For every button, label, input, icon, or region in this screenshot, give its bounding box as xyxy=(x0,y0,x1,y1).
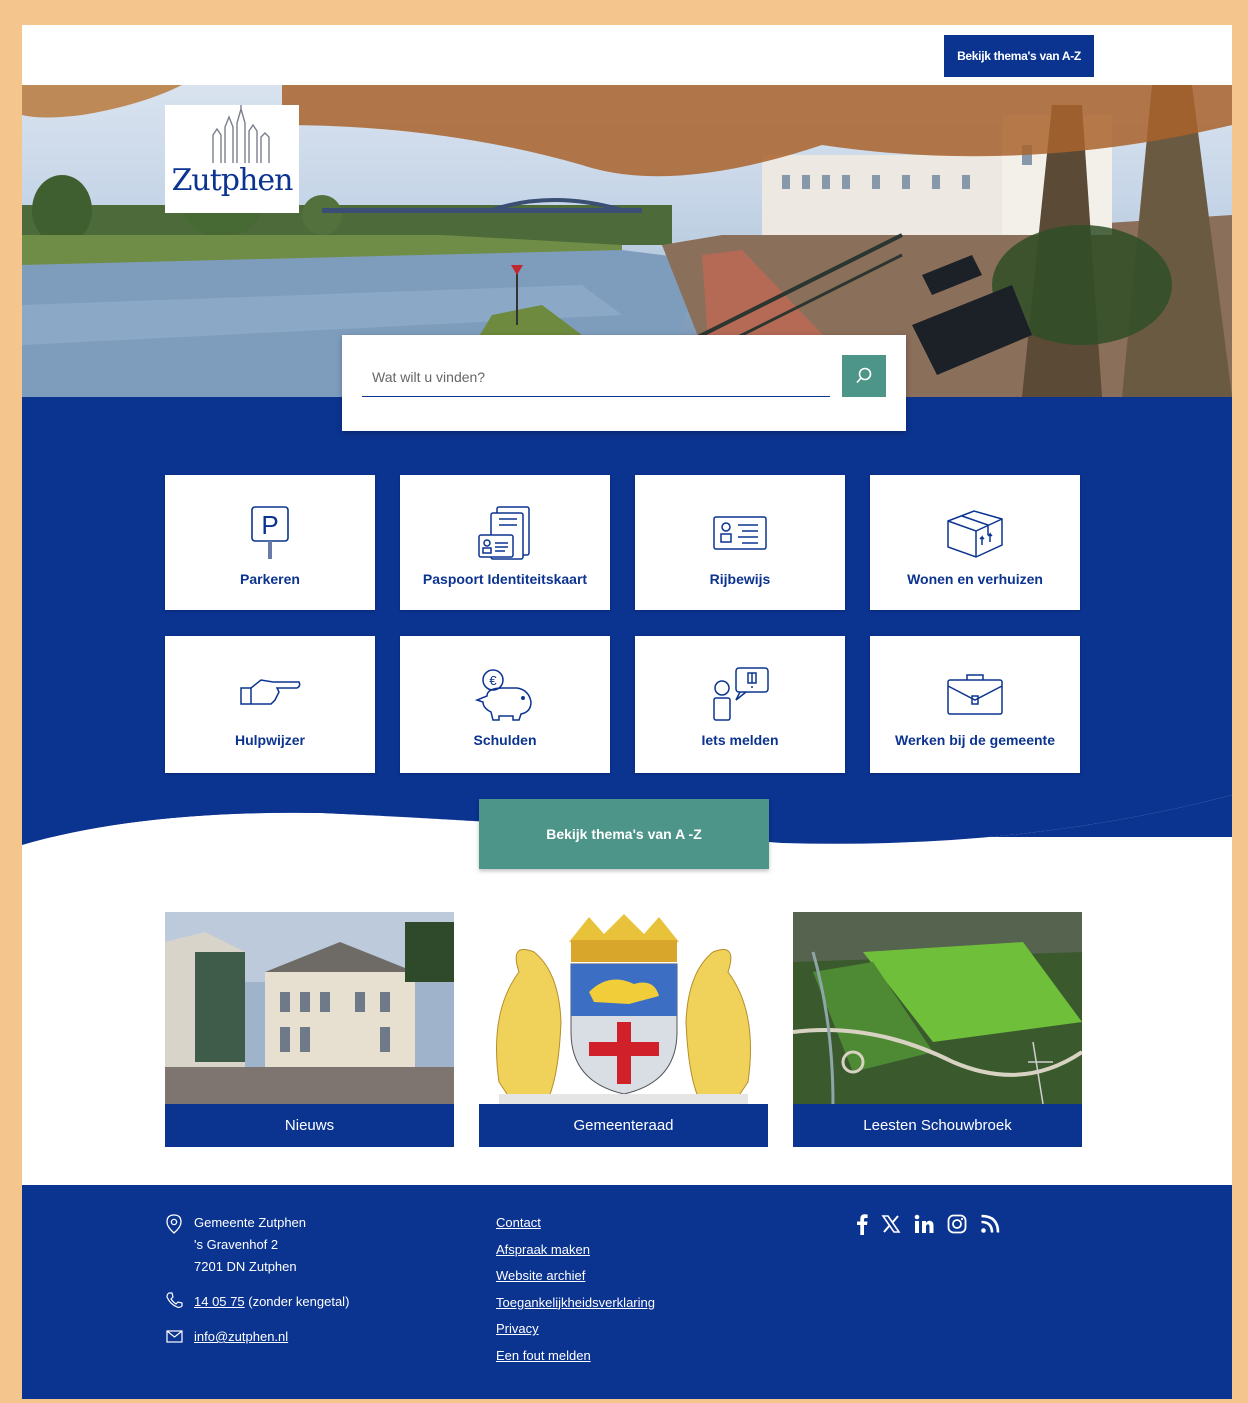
card-caption: Leesten Schouwbroek xyxy=(793,1104,1082,1147)
logo-wordmark: Zutphen xyxy=(171,163,294,198)
themes-az-button[interactable]: Bekijk thema's van A-Z xyxy=(944,35,1094,77)
skyline-logo-icon xyxy=(212,105,270,163)
tile-wonen[interactable]: Wonen en verhuizen xyxy=(870,475,1080,610)
tile-parkeren[interactable]: P Parkeren xyxy=(165,475,375,610)
report-speech-icon xyxy=(713,667,769,721)
tile-label: Werken bij de gemeente xyxy=(894,732,1055,748)
search-icon xyxy=(856,367,872,384)
instagram-icon[interactable] xyxy=(947,1214,967,1234)
email-link[interactable]: info@zutphen.nl xyxy=(194,1329,288,1344)
card-nieuws[interactable]: Nieuws xyxy=(165,912,454,1147)
footer: Gemeente Zutphen 's Gravenhof 2 7201 DN … xyxy=(22,1185,1232,1399)
footer-link-afspraak[interactable]: Afspraak maken xyxy=(496,1237,655,1264)
tile-label: Schulden xyxy=(473,732,537,748)
search-input[interactable] xyxy=(362,357,830,397)
phone-icon xyxy=(166,1292,183,1308)
footer-link-contact[interactable]: Contact xyxy=(496,1210,655,1237)
footer-links: Contact Afspraak maken Website archief T… xyxy=(496,1210,655,1369)
footer-link-fout-melden[interactable]: Een fout melden xyxy=(496,1343,655,1370)
tile-paspoort[interactable]: Paspoort Identiteitskaart xyxy=(400,475,610,610)
card-leesten-schouwbroek[interactable]: Leesten Schouwbroek xyxy=(793,912,1082,1147)
card-caption: Gemeenteraad xyxy=(479,1104,768,1147)
zutphen-logo[interactable]: Zutphen xyxy=(165,105,299,213)
tile-label: Paspoort Identiteitskaart xyxy=(422,571,588,587)
card-gemeenteraad[interactable]: Gemeenteraad xyxy=(479,912,768,1147)
address-street: 's Gravenhof 2 xyxy=(194,1237,279,1252)
footer-link-privacy[interactable]: Privacy xyxy=(496,1316,655,1343)
search-box xyxy=(342,335,906,431)
footer-link-toegankelijkheid[interactable]: Toegankelijkheidsverklaring xyxy=(496,1290,655,1317)
page-frame: Bekijk thema's van A-Z Zutphen Wat wilt … xyxy=(22,25,1232,1399)
tile-label: Rijbewijs xyxy=(709,571,771,587)
address-city: 7201 DN Zutphen xyxy=(194,1259,297,1274)
footer-address: Gemeente Zutphen 's Gravenhof 2 7201 DN … xyxy=(194,1212,306,1278)
footer-phone: 14 05 75 (zonder kengetal) xyxy=(194,1291,349,1313)
rss-icon[interactable] xyxy=(980,1214,1000,1234)
linkedin-icon[interactable] xyxy=(914,1214,934,1234)
tile-iets-melden[interactable]: Iets melden xyxy=(635,636,845,773)
pointing-hand-icon xyxy=(240,679,301,705)
drivers-license-icon xyxy=(713,516,767,550)
briefcase-icon xyxy=(947,674,1003,715)
social-links xyxy=(856,1213,1000,1235)
top-bar: Bekijk thema's van A-Z xyxy=(22,25,1232,85)
phone-note: (zonder kengetal) xyxy=(248,1294,350,1309)
passport-id-icon xyxy=(478,506,530,560)
x-icon[interactable] xyxy=(881,1214,901,1234)
card-image-coat-of-arms xyxy=(479,912,768,1104)
phone-link[interactable]: 14 05 75 xyxy=(194,1294,245,1309)
themes-az-teal-button[interactable]: Bekijk thema's van A -Z xyxy=(479,799,769,869)
tile-label: Iets melden xyxy=(701,732,779,748)
facebook-icon[interactable] xyxy=(856,1213,868,1235)
card-image-townhall xyxy=(165,912,454,1104)
address-name: Gemeente Zutphen xyxy=(194,1215,307,1230)
tile-rijbewijs[interactable]: Rijbewijs xyxy=(635,475,845,610)
footer-email: info@zutphen.nl xyxy=(194,1326,288,1348)
tile-label: Wonen en verhuizen xyxy=(907,571,1043,587)
piggy-bank-icon: € xyxy=(474,669,532,721)
footer-link-archief[interactable]: Website archief xyxy=(496,1263,655,1290)
tile-label: Parkeren xyxy=(240,571,300,587)
mail-icon xyxy=(166,1330,183,1343)
parking-sign-icon: P xyxy=(251,506,289,559)
tile-hulpwijzer[interactable]: Hulpwijzer xyxy=(165,636,375,773)
tile-label: Hulpwijzer xyxy=(234,732,305,748)
svg-text:P: P xyxy=(261,510,278,540)
location-pin-icon xyxy=(166,1214,182,1234)
tile-schulden[interactable]: € Schulden xyxy=(400,636,610,773)
moving-box-icon xyxy=(947,510,1003,558)
svg-text:€: € xyxy=(489,673,497,688)
card-image-aerial-field xyxy=(793,912,1082,1104)
search-button[interactable] xyxy=(842,355,886,397)
tile-werken[interactable]: Werken bij de gemeente xyxy=(870,636,1080,773)
card-caption: Nieuws xyxy=(165,1104,454,1147)
